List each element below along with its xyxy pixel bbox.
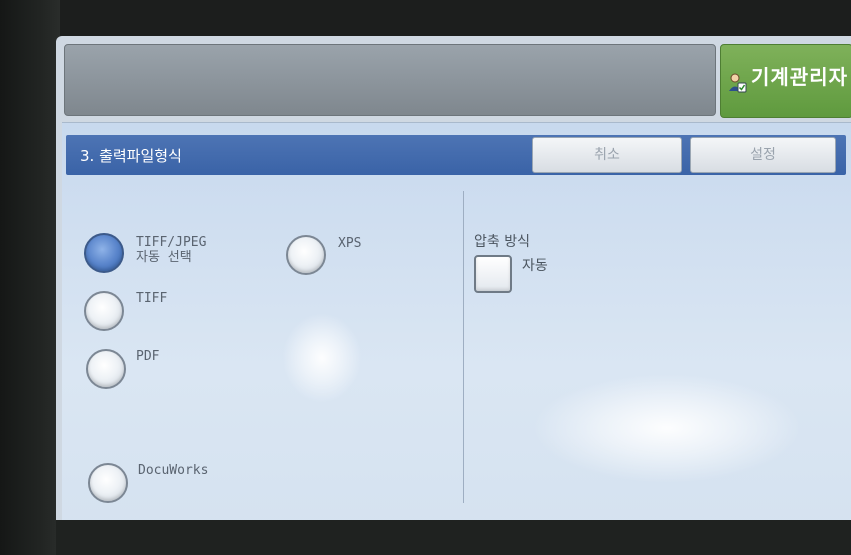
- dialog-title: 3. 출력파일형식: [80, 147, 182, 165]
- radio-tiff-jpeg-auto[interactable]: [84, 233, 124, 273]
- option-label-tiff-jpeg-line2: 자동 선택: [136, 250, 192, 265]
- cancel-button[interactable]: 취소: [532, 137, 682, 173]
- radio-tiff[interactable]: [84, 291, 124, 331]
- option-label-xps: XPS: [338, 236, 362, 251]
- device-bezel-bottom: [56, 520, 851, 555]
- option-label-tiff: TIFF: [136, 291, 168, 306]
- device-bezel: [0, 0, 60, 555]
- compression-auto-checkbox[interactable]: [474, 255, 512, 293]
- compression-auto-label: 자동: [522, 258, 548, 274]
- screen-glare: [282, 313, 362, 403]
- output-format-panel: 3. 출력파일형식 취소 설정 TIFF/JPEG 자동 선택 TIFF PDF…: [62, 122, 851, 531]
- admin-user-icon: [729, 73, 747, 93]
- radio-docuworks[interactable]: [88, 463, 128, 503]
- screen-glare: [532, 373, 802, 483]
- machine-admin-button[interactable]: 기계관리자: [720, 44, 851, 118]
- touch-screen: 기계관리자 3. 출력파일형식 취소 설정 TIFF/JPEG 자동 선택 TI…: [56, 36, 851, 531]
- option-label-pdf: PDF: [136, 349, 160, 364]
- machine-admin-label: 기계관리자: [751, 65, 848, 89]
- radio-xps[interactable]: [286, 235, 326, 275]
- status-message-area: [64, 44, 716, 116]
- compression-label: 압축 방식: [474, 234, 530, 250]
- set-button[interactable]: 설정: [690, 137, 836, 173]
- column-divider: [463, 191, 464, 503]
- radio-pdf[interactable]: [86, 349, 126, 389]
- option-label-docuworks: DocuWorks: [138, 463, 209, 478]
- option-label-tiff-jpeg: TIFF/JPEG 자동 선택: [136, 235, 206, 265]
- option-label-tiff-jpeg-line1: TIFF/JPEG: [136, 235, 207, 250]
